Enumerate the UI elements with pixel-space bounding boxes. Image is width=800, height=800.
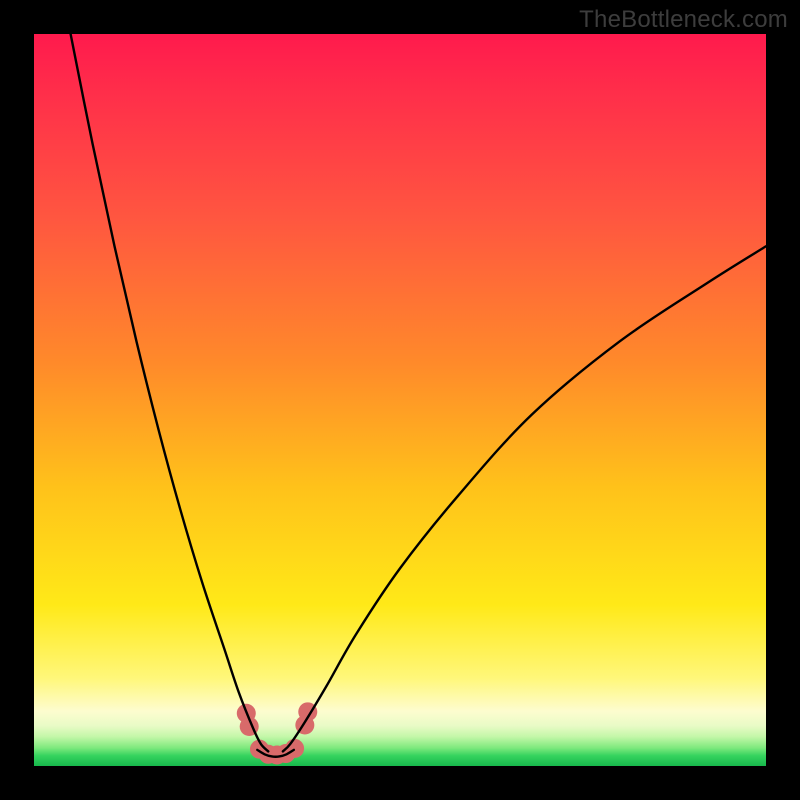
chart-svg [34, 34, 766, 766]
valley-dots [237, 702, 317, 764]
chart-plot-area [34, 34, 766, 766]
curve-right-branch [283, 246, 766, 751]
curve-left-branch [71, 34, 269, 751]
chart-frame: TheBottleneck.com [0, 0, 800, 800]
watermark-text: TheBottleneck.com [579, 6, 788, 34]
